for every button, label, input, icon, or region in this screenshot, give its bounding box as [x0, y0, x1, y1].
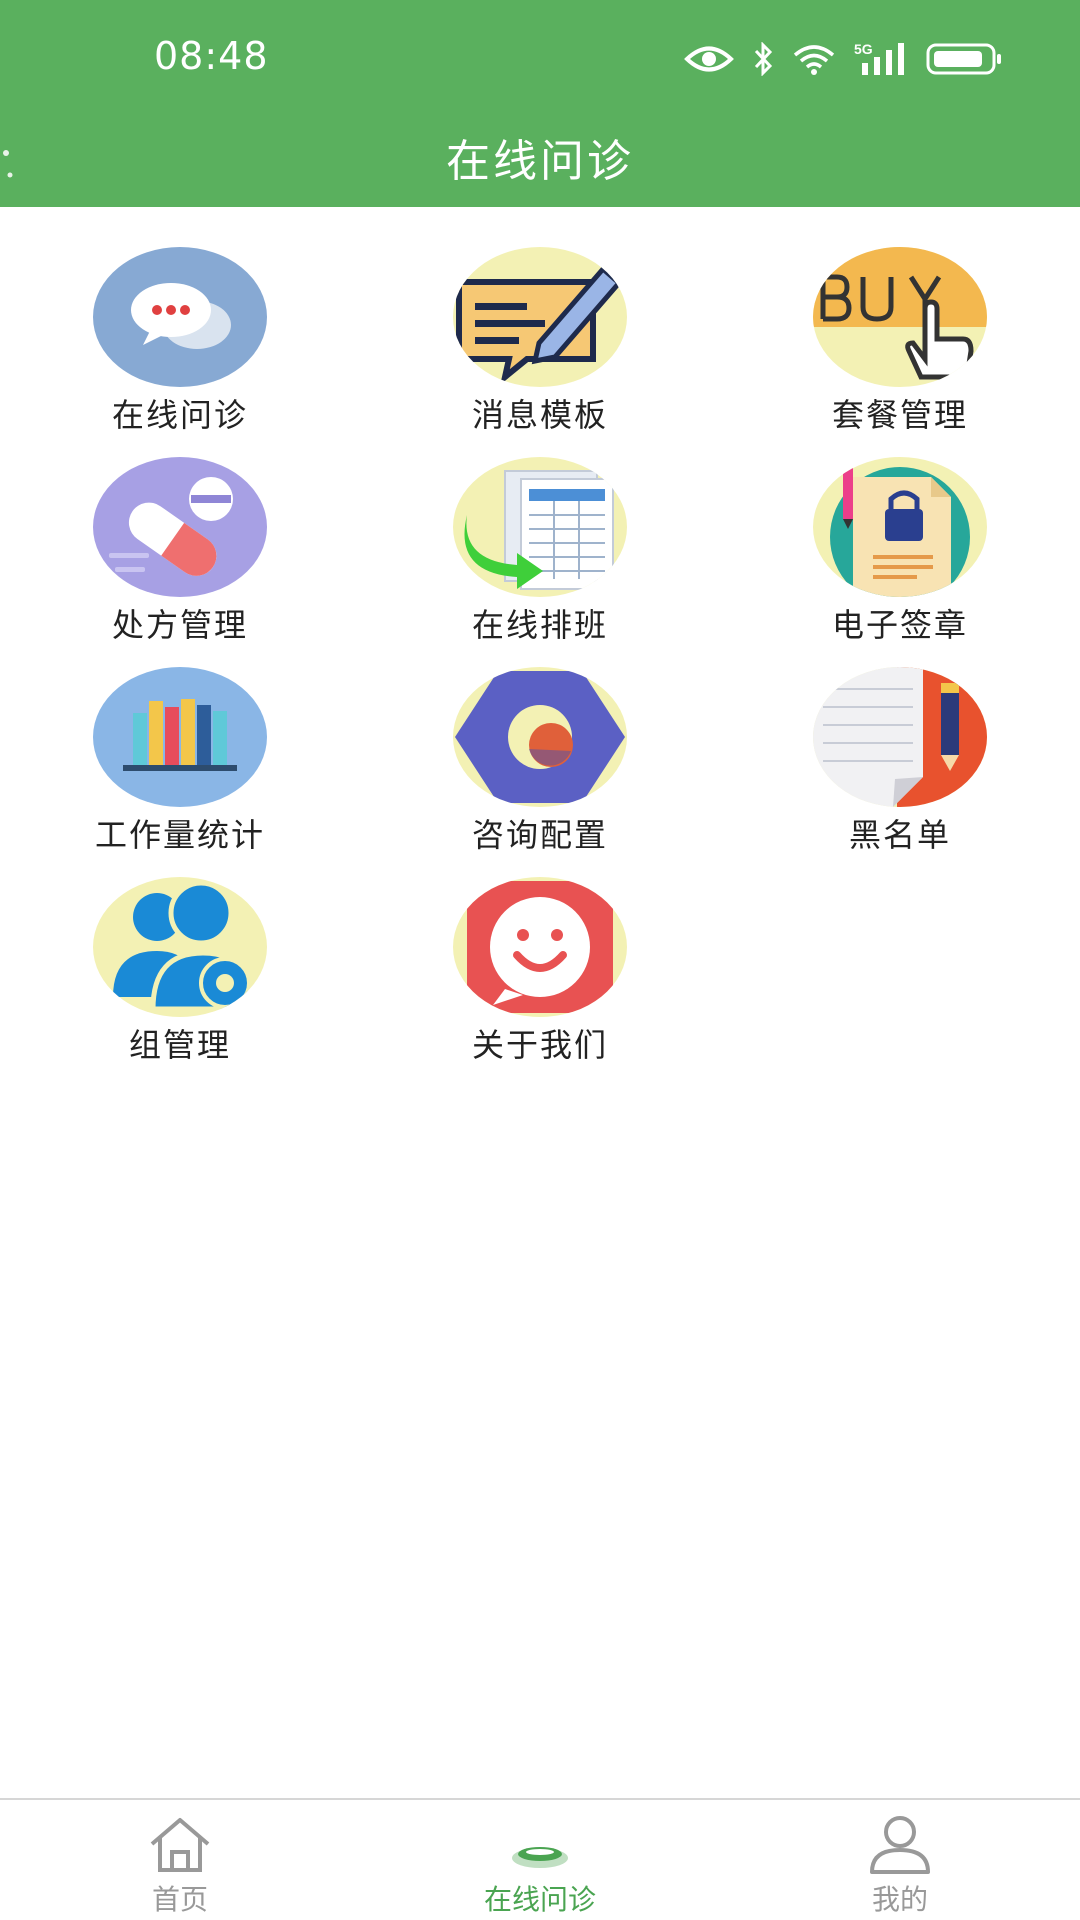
buy-hand-icon	[813, 247, 987, 387]
chat-bubbles-icon	[93, 247, 267, 387]
pills-icon	[93, 457, 267, 597]
tile-message-template[interactable]: 消息模板	[420, 240, 660, 445]
tile-label: 在线问诊	[111, 396, 248, 434]
books-chart-icon	[93, 667, 267, 807]
nav-item-mine[interactable]: 我的	[800, 1800, 1000, 1920]
signed-document-icon	[813, 457, 987, 597]
nav-label: 首页	[151, 1883, 208, 1916]
title-bar: 在线问诊	[0, 115, 1080, 207]
page-title: 在线问诊	[446, 136, 634, 187]
tile-consult-config[interactable]: 咨询配置	[420, 660, 660, 865]
tile-label: 工作量统计	[94, 816, 265, 854]
eye-icon	[684, 44, 734, 74]
header: 08:48 5G 在线问诊	[0, 0, 1080, 207]
nav-item-consult[interactable]: 在线问诊	[440, 1800, 640, 1920]
nav-label: 在线问诊	[483, 1883, 596, 1916]
message-edit-icon	[453, 247, 627, 387]
tile-label: 处方管理	[111, 606, 248, 644]
schedule-sheet-icon	[453, 457, 627, 597]
smiley-icon	[453, 877, 627, 1017]
tile-electronic-signature[interactable]: 电子签章	[780, 450, 1020, 655]
notebook-pen-icon	[813, 667, 987, 807]
signal-5g-icon: 5G	[854, 41, 908, 77]
tile-blacklist[interactable]: 黑名单	[780, 660, 1020, 865]
status-bar: 08:48 5G	[0, 0, 1080, 115]
consult-icon	[508, 1814, 572, 1874]
bottom-nav: 首页 在线问诊 我的	[0, 1798, 1080, 1920]
tile-label: 在线排班	[471, 606, 608, 644]
tile-label: 黑名单	[848, 816, 951, 854]
tile-label: 关于我们	[471, 1026, 608, 1064]
tile-label: 套餐管理	[831, 396, 968, 434]
nav-label: 我的	[871, 1883, 928, 1916]
tile-online-consult[interactable]: 在线问诊	[60, 240, 300, 445]
tile-package-management[interactable]: 套餐管理	[780, 240, 1020, 445]
tile-group-management[interactable]: 组管理	[60, 870, 300, 1075]
tile-prescription-management[interactable]: 处方管理	[60, 450, 300, 655]
tile-label: 组管理	[128, 1026, 231, 1064]
status-icons: 5G	[684, 40, 1004, 78]
hex-nut-icon	[453, 667, 627, 807]
user-icon	[868, 1814, 932, 1874]
network-label: 5G	[854, 41, 873, 57]
tile-label: 消息模板	[471, 396, 608, 434]
wifi-icon	[792, 43, 836, 75]
tile-workload-statistics[interactable]: 工作量统计	[60, 660, 300, 865]
home-icon	[148, 1814, 212, 1874]
tile-online-scheduling[interactable]: 在线排班	[420, 450, 660, 655]
group-settings-icon	[93, 877, 267, 1017]
nav-item-home[interactable]: 首页	[80, 1800, 280, 1920]
battery-icon	[926, 42, 1004, 76]
tile-about-us[interactable]: 关于我们	[420, 870, 660, 1075]
tile-label: 电子签章	[831, 606, 968, 644]
bluetooth-icon	[752, 42, 774, 76]
status-time: 08:48	[154, 34, 269, 78]
tile-label: 咨询配置	[471, 816, 608, 854]
app-screen: 08:48 5G 在线问诊 在线问诊 消息模板 套餐管理 处方管理 在线排班 电…	[0, 0, 1080, 1920]
